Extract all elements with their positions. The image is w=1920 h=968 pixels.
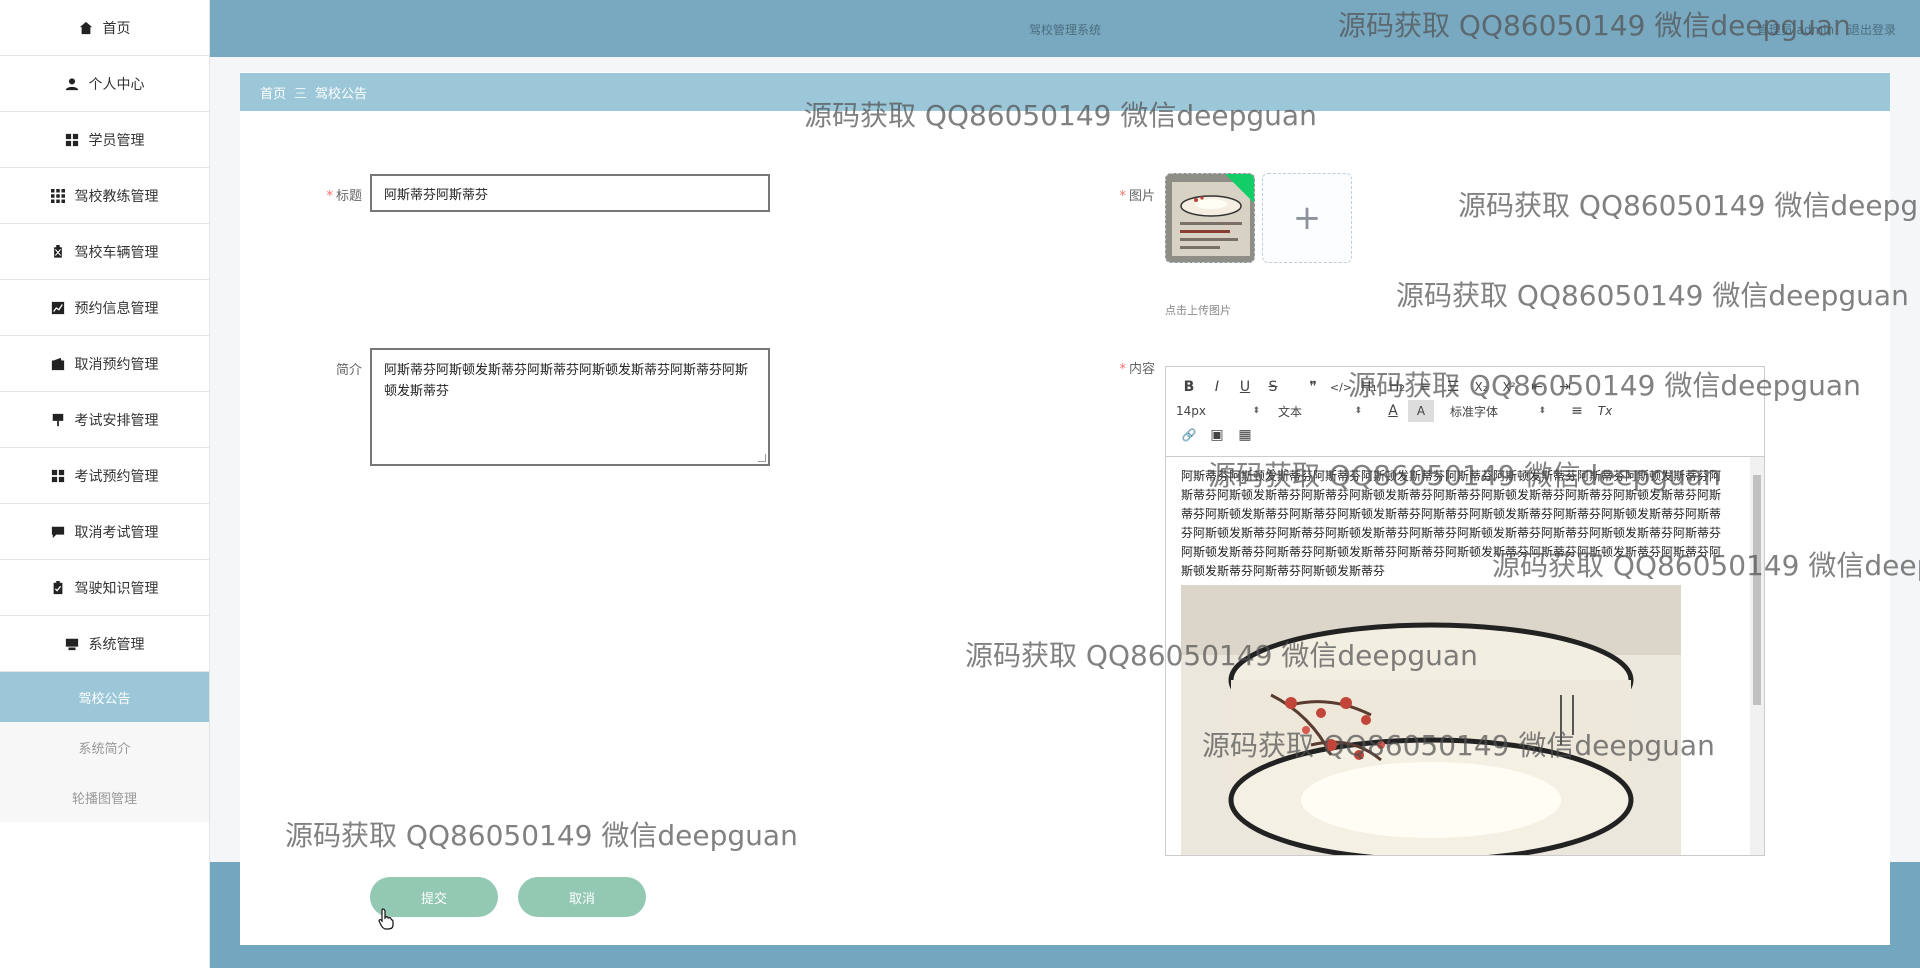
sidebar-item-label: 预约信息管理: [74, 300, 159, 317]
font-color-button[interactable]: A: [1380, 400, 1406, 422]
background-color-button[interactable]: A: [1408, 400, 1434, 422]
sidebar-item-label: 考试安排管理: [74, 412, 159, 429]
apps-icon: [50, 188, 65, 203]
upload-tip: 点击上传图片: [1165, 304, 1231, 317]
title-label: * 标题: [326, 189, 362, 204]
wallet-icon: [51, 357, 65, 371]
rich-text-editor: B I U S ❞ </> H₁ H₂ ≡ ☰ X₂ X² ⇤ ⇥ 14px ⬍ …: [1165, 366, 1765, 856]
font-family-select[interactable]: 标准字体 ⬍: [1450, 403, 1546, 420]
sidebar: 首页 个人中心 学员管理 驾校教练管理 驾校车辆管理 预约信息管理 取消预约管理…: [0, 0, 210, 968]
sidebar-item-label: 取消预约管理: [74, 356, 159, 373]
sidebar-item-label: 个人中心: [88, 76, 145, 93]
lamp-photo-icon: [1181, 585, 1681, 855]
submenu-item-notice[interactable]: 驾校公告: [0, 672, 209, 722]
link-button[interactable]: 🔗: [1176, 424, 1202, 446]
sidebar-item-label: 考试预约管理: [74, 468, 159, 485]
select-arrow-icon: ⬍: [1354, 406, 1362, 416]
sign-icon: [51, 413, 65, 427]
home-icon: [79, 21, 93, 35]
superscript-button[interactable]: X²: [1496, 376, 1522, 398]
intro-label: 简介: [335, 363, 362, 378]
sidebar-item-home[interactable]: 首页: [0, 0, 209, 56]
scrollbar-thumb[interactable]: [1753, 475, 1761, 705]
header-user-area: 管理员 admin 退出登录: [1747, 21, 1896, 38]
logout-link[interactable]: 退出登录: [1848, 23, 1896, 37]
video-insert-button[interactable]: ▦: [1232, 424, 1258, 446]
sidebar-item-label: 学员管理: [88, 132, 145, 149]
monitor-icon: [65, 637, 79, 651]
align-button[interactable]: ≡: [1564, 400, 1590, 422]
select-arrow-icon: ⬍: [1538, 406, 1546, 416]
resize-handle[interactable]: [758, 454, 766, 462]
sidebar-item-cancel-exam[interactable]: 取消考试管理: [0, 504, 209, 560]
cancel-button[interactable]: 取消: [518, 877, 646, 917]
breadcrumb: 首页 三 驾校公告: [240, 73, 1890, 111]
intro-textarea[interactable]: 阿斯蒂芬阿斯顿发斯蒂芬阿斯蒂芬阿斯顿发斯蒂芬阿斯蒂芬阿斯顿发斯蒂芬: [370, 348, 770, 466]
sidebar-item-label: 首页: [102, 20, 131, 37]
strike-button[interactable]: S: [1260, 376, 1286, 398]
sidebar-item-cancel-appointments[interactable]: 取消预约管理: [0, 336, 209, 392]
image-label: * 图片: [1119, 189, 1155, 204]
bullet-list-button[interactable]: ☰: [1440, 376, 1466, 398]
submenu-item-intro[interactable]: 系统简介: [0, 722, 209, 772]
sidebar-item-appointments[interactable]: 预约信息管理: [0, 280, 209, 336]
uploaded-image-thumbnail[interactable]: [1165, 173, 1255, 263]
sidebar-item-label: 系统管理: [88, 636, 145, 653]
title-input[interactable]: 阿斯蒂芬阿斯蒂芬: [370, 174, 770, 212]
sidebar-item-students[interactable]: 学员管理: [0, 112, 209, 168]
plus-icon: +: [1292, 198, 1322, 238]
image-insert-button[interactable]: ▣: [1204, 424, 1230, 446]
intro-text: 阿斯蒂芬阿斯顿发斯蒂芬阿斯蒂芬阿斯顿发斯蒂芬阿斯蒂芬阿斯顿发斯蒂芬: [384, 363, 749, 399]
breadcrumb-home[interactable]: 首页: [260, 83, 286, 102]
italic-button[interactable]: I: [1204, 376, 1230, 398]
sidebar-item-label: 驾驶知识管理: [74, 580, 159, 597]
clipboard-check-icon: [51, 580, 65, 595]
h1-button[interactable]: H₁: [1356, 376, 1382, 398]
select-arrow-icon: ⬍: [1252, 406, 1260, 416]
outdent-button[interactable]: ⇤: [1524, 376, 1550, 398]
upload-add-button[interactable]: +: [1262, 173, 1352, 263]
code-button[interactable]: </>: [1328, 376, 1354, 398]
current-user: 管理员 admin: [1756, 23, 1835, 37]
block-type-select[interactable]: 文本 ⬍: [1278, 403, 1362, 420]
grid-icon: [51, 469, 65, 483]
underline-button[interactable]: U: [1232, 376, 1258, 398]
editor-image: [1181, 585, 1681, 855]
chat-icon: [51, 525, 65, 539]
h2-button[interactable]: H₂: [1384, 376, 1410, 398]
chart-icon: [51, 301, 65, 315]
sidebar-item-system[interactable]: 系统管理: [0, 616, 209, 672]
sidebar-item-knowledge[interactable]: 驾驶知识管理: [0, 560, 209, 616]
app-title: 驾校管理系统: [1028, 23, 1101, 37]
sidebar-item-label: 驾校教练管理: [74, 188, 159, 205]
indent-button[interactable]: ⇥: [1552, 376, 1578, 398]
clipboard-x-icon: [51, 244, 65, 259]
clear-format-button[interactable]: Tx: [1592, 400, 1618, 422]
sidebar-item-label: 取消考试管理: [74, 524, 159, 541]
system-submenu: 驾校公告 系统简介 轮播图管理: [0, 672, 209, 822]
font-size-select[interactable]: 14px ⬍: [1176, 404, 1260, 418]
breadcrumb-current: 驾校公告: [315, 86, 368, 102]
sidebar-item-exam-booking[interactable]: 考试预约管理: [0, 448, 209, 504]
breadcrumb-separator: 三: [294, 86, 308, 102]
quote-button[interactable]: ❞: [1300, 376, 1326, 398]
sidebar-item-personal-center[interactable]: 个人中心: [0, 56, 209, 112]
content-label: * 内容: [1119, 362, 1155, 377]
editor-text: 阿斯蒂芬阿斯顿发斯蒂芬阿斯蒂芬阿斯顿发斯蒂芬阿斯蒂芬阿斯顿发斯蒂芬阿斯蒂芬阿斯顿…: [1181, 469, 1722, 578]
sidebar-item-label: 驾校车辆管理: [74, 244, 159, 261]
sidebar-item-coaches[interactable]: 驾校教练管理: [0, 168, 209, 224]
editor-content[interactable]: 阿斯蒂芬阿斯顿发斯蒂芬阿斯蒂芬阿斯顿发斯蒂芬阿斯蒂芬阿斯顿发斯蒂芬阿斯蒂芬阿斯顿…: [1166, 457, 1764, 855]
submenu-item-carousel[interactable]: 轮播图管理: [0, 772, 209, 822]
top-header: 驾校管理系统 管理员 admin 退出登录: [210, 0, 1920, 57]
editor-toolbar: B I U S ❞ </> H₁ H₂ ≡ ☰ X₂ X² ⇤ ⇥ 14px ⬍ …: [1166, 367, 1764, 457]
editor-scrollbar[interactable]: [1750, 457, 1764, 855]
ordered-list-button[interactable]: ≡: [1412, 376, 1438, 398]
sidebar-item-exam-schedule[interactable]: 考试安排管理: [0, 392, 209, 448]
user-icon: [65, 77, 79, 91]
bold-button[interactable]: B: [1176, 376, 1202, 398]
subscript-button[interactable]: X₂: [1468, 376, 1494, 398]
grid-icon: [65, 133, 79, 147]
hand-cursor-icon: [378, 908, 394, 930]
sidebar-item-vehicles[interactable]: 驾校车辆管理: [0, 224, 209, 280]
